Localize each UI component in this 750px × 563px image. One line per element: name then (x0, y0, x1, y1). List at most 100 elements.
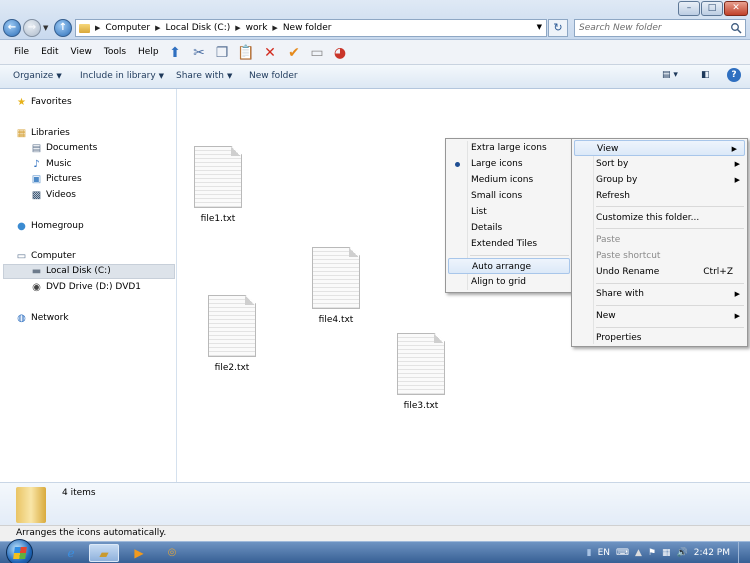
menu-align-to-grid[interactable]: Align to grid (446, 274, 572, 290)
menu-list[interactable]: List (446, 204, 572, 220)
menu-medium-icons[interactable]: Medium icons (446, 172, 572, 188)
chevron-up-icon[interactable]: ▲ (635, 548, 642, 558)
explorer-taskbar-button[interactable]: ▰ (89, 544, 119, 562)
start-button[interactable] (6, 539, 33, 563)
refresh-button[interactable]: ↻ (548, 19, 568, 37)
file-item[interactable]: file1.txt (188, 146, 248, 224)
nav-documents[interactable]: ▤ Documents (31, 141, 98, 156)
paste-icon[interactable]: 📋 (237, 44, 255, 62)
search-input[interactable]: Search New folder (574, 19, 746, 37)
include-in-library-button[interactable]: Include in library ▼ (80, 71, 164, 81)
breadcrumb-new-folder[interactable]: New folder (283, 23, 332, 33)
file-name: file4.txt (318, 315, 354, 325)
checkmark-icon[interactable]: ✔ (285, 44, 303, 62)
nav-computer[interactable]: ▭ Computer (16, 249, 76, 264)
menu-extra-large-icons[interactable]: Extra large icons (446, 140, 572, 156)
menu-label: Extra large icons (471, 143, 547, 153)
menu-small-icons[interactable]: Small icons (446, 188, 572, 204)
file-item[interactable]: file4.txt (306, 247, 366, 325)
chevron-right-icon[interactable]: ▶ (155, 24, 160, 32)
nav-favorites[interactable]: ★ Favorites (16, 95, 72, 110)
organize-button[interactable]: Organize ▼ (13, 71, 62, 81)
menu-tools[interactable]: Tools (98, 47, 132, 57)
title-bar: – □ ✕ ← → ▼ ↑ ▶ Computer ▶ Local Disk (C… (0, 0, 750, 40)
back-button[interactable]: ← (3, 19, 21, 37)
breadcrumb-computer[interactable]: Computer (105, 23, 150, 33)
arrow-left-icon: ← (7, 22, 17, 33)
minimize-button[interactable]: – (678, 1, 700, 16)
help-icon[interactable]: ? (727, 68, 741, 82)
menu-refresh[interactable]: Refresh (572, 188, 747, 204)
nav-libraries[interactable]: ▦ Libraries (16, 126, 70, 141)
file-item[interactable]: file3.txt (391, 333, 451, 411)
nav-homegroup-label: Homegroup (31, 221, 84, 231)
share-label: Share with (176, 71, 224, 81)
language-indicator[interactable]: EN (598, 548, 610, 558)
nav-network[interactable]: ◍ Network (16, 311, 68, 326)
menu-edit[interactable]: Edit (35, 47, 64, 57)
status-text: Arranges the icons automatically. (16, 528, 167, 538)
menu-label: Customize this folder... (596, 213, 700, 223)
text-file-icon (397, 333, 445, 395)
nav-homegroup[interactable]: ● Homegroup (16, 219, 84, 234)
menu-label: Align to grid (471, 277, 526, 287)
color-wheel-icon[interactable]: ◕ (331, 44, 349, 62)
nav-videos-label: Videos (46, 190, 76, 200)
clock[interactable]: 2:42 PM (694, 548, 730, 558)
copy-icon[interactable]: ❐ (213, 44, 231, 62)
menu-extended-tiles[interactable]: Extended Tiles (446, 236, 572, 252)
recent-pages-dropdown[interactable]: ▼ (43, 24, 48, 32)
breadcrumb-work[interactable]: work (246, 23, 268, 33)
file-item[interactable]: file2.txt (202, 295, 262, 373)
app-icon[interactable]: ◎ (157, 544, 187, 562)
menu-properties[interactable]: Properties (572, 330, 747, 346)
menu-customize-folder[interactable]: Customize this folder... (572, 210, 747, 226)
close-button[interactable]: ✕ (724, 1, 748, 16)
internet-explorer-icon[interactable]: ℯ (56, 544, 86, 562)
menu-group-by[interactable]: Group by ▶ (572, 172, 747, 188)
properties-icon[interactable]: ▭ (308, 44, 326, 62)
menu-undo-rename[interactable]: Undo Rename Ctrl+Z (572, 264, 747, 280)
menu-share-with[interactable]: Share with ▶ (572, 286, 747, 302)
nav-pictures[interactable]: ▣ Pictures (31, 172, 82, 187)
volume-icon[interactable]: 🔊 (677, 548, 688, 558)
drive-icon: ▬ (31, 266, 42, 277)
menu-help[interactable]: Help (132, 47, 165, 57)
share-with-button[interactable]: Share with ▼ (176, 71, 232, 81)
cut-icon[interactable]: ✂ (190, 44, 208, 62)
show-desktop-button[interactable] (738, 542, 750, 563)
address-bar[interactable]: ▶ Computer ▶ Local Disk (C:) ▶ work ▶ Ne… (75, 19, 547, 37)
chevron-down-icon[interactable]: ▼ (537, 23, 542, 31)
menu-auto-arrange[interactable]: Auto arrange (448, 258, 570, 274)
nav-local-disk[interactable]: ▬ Local Disk (C:) (3, 264, 175, 279)
new-folder-button[interactable]: New folder (249, 71, 298, 81)
menu-view[interactable]: View ▶ (574, 140, 745, 156)
chevron-right-icon[interactable]: ▶ (95, 24, 100, 32)
nav-computer-label: Computer (31, 251, 76, 261)
action-center-icon[interactable]: ⚑ (648, 548, 656, 558)
keyboard-icon[interactable]: ⌨ (616, 548, 629, 558)
nav-dvd-drive[interactable]: ◉ DVD Drive (D:) DVD1 (31, 280, 141, 295)
media-player-icon[interactable]: ▶ (124, 544, 154, 562)
up-folder-icon[interactable]: ⬆ (166, 44, 184, 62)
breadcrumb-local-disk[interactable]: Local Disk (C:) (166, 23, 231, 33)
network-tray-icon[interactable]: ▦ (662, 548, 671, 558)
forward-button[interactable]: → (23, 19, 41, 37)
chevron-right-icon[interactable]: ▶ (272, 24, 277, 32)
menu-large-icons[interactable]: Large icons (446, 156, 572, 172)
menu-new[interactable]: New ▶ (572, 308, 747, 324)
delete-icon[interactable]: ✕ (261, 44, 279, 62)
menu-view[interactable]: View (65, 47, 98, 57)
maximize-button[interactable]: □ (701, 1, 723, 16)
nav-music[interactable]: ♪ Music (31, 157, 71, 172)
chevron-right-icon[interactable]: ▶ (235, 24, 240, 32)
menu-sort-by[interactable]: Sort by ▶ (572, 156, 747, 172)
video-icon: ▩ (31, 190, 42, 201)
change-view-icon[interactable]: ▤ ▾ (662, 70, 678, 80)
up-button[interactable]: ↑ (54, 19, 72, 37)
menu-file[interactable]: File (8, 47, 35, 57)
nav-videos[interactable]: ▩ Videos (31, 188, 76, 203)
chevron-right-icon: ▶ (731, 145, 737, 153)
preview-pane-icon[interactable]: ◧ (701, 70, 710, 80)
menu-details[interactable]: Details (446, 220, 572, 236)
